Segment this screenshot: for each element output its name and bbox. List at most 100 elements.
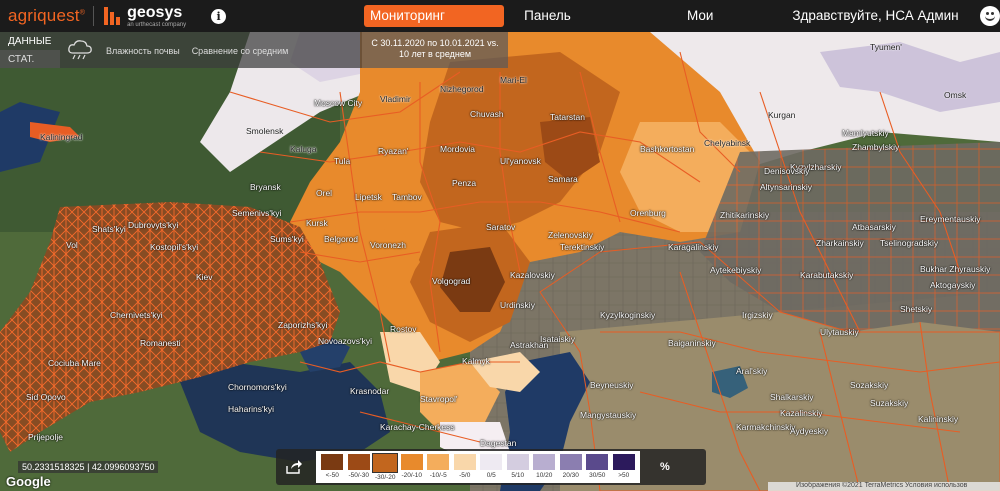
place-label: Dagestan — [480, 438, 517, 448]
legend-swatch — [480, 454, 503, 470]
tab-stat[interactable]: СТАТ. — [0, 50, 60, 68]
place-label: Denisovskiy — [764, 166, 810, 176]
place-label: Urdinskiy — [500, 300, 535, 310]
place-label: Krasnodar — [350, 386, 390, 396]
info-icon[interactable]: i — [211, 8, 227, 24]
legend-swatch — [321, 454, 344, 470]
place-label: Vladimir — [380, 94, 411, 104]
logo-divider — [93, 6, 95, 26]
legend-item[interactable]: 5/10 — [505, 454, 532, 481]
map-attribution[interactable]: Изображения ©2021 TerraMetrics Условия и… — [768, 482, 1000, 491]
legend-swatch — [533, 454, 556, 470]
date-range[interactable]: С 30.11.2020 по 10.01.2021 vs. 10 лет в … — [362, 32, 508, 68]
legend-swatch — [559, 454, 582, 470]
legend-swatch — [586, 454, 609, 470]
place-label: Zelenovskiy — [548, 230, 593, 240]
place-label: Altynsarinskiy — [760, 182, 812, 192]
cloud-rain-icon[interactable] — [60, 32, 100, 68]
place-label: Sozakskiy — [850, 380, 889, 390]
layer-soil-moisture[interactable]: Влажность почвы — [100, 32, 186, 68]
place-label: Saratov — [486, 222, 516, 232]
place-label: Volgograd — [432, 276, 471, 286]
google-logo[interactable]: Google — [6, 474, 51, 489]
legend-item[interactable]: 0/5 — [478, 454, 505, 481]
place-label: Beyneuskiy — [590, 380, 634, 390]
place-label: Voronezh — [370, 240, 406, 250]
share-icon[interactable] — [282, 455, 306, 479]
legend-swatch — [506, 454, 529, 470]
place-label: Tatarstan — [550, 112, 585, 122]
data-panel: ДАННЫЕ СТАТ. Влажность почвы Сравнение с… — [0, 32, 362, 68]
place-label: Tyumen' — [870, 42, 902, 52]
legend-label: 10/20 — [536, 472, 553, 479]
place-label: Bashkortostan — [640, 144, 695, 154]
legend-label: >50 — [618, 472, 630, 479]
place-label: Zharkainskiy — [816, 238, 864, 248]
place-label: Ereymentauskiy — [920, 214, 981, 224]
legend-item[interactable]: 20/30 — [558, 454, 585, 481]
place-label: Chuvash — [470, 109, 504, 119]
place-label: Baiganinskiy — [668, 338, 716, 348]
nav-user-greeting[interactable]: Здравствуйте, НСА Админ 1 — [786, 5, 974, 45]
place-label: Haharins'kyi — [228, 404, 275, 414]
legend-item[interactable]: -20/-10 — [399, 454, 426, 481]
legend-item[interactable]: 30/50 — [584, 454, 611, 481]
legend-swatch — [372, 453, 399, 473]
legend-item[interactable]: <-50 — [319, 454, 346, 481]
place-label: Kurgan — [768, 110, 796, 120]
map-view[interactable]: Kaliningrad Smolensk Moscow City Vladimir Ni… — [0, 32, 1000, 491]
nav-crop-monitoring[interactable]: Мониторинг посевов — [364, 5, 505, 45]
place-label: Lipetsk — [355, 192, 382, 202]
place-label: Kalininskiy — [918, 414, 959, 424]
legend-item[interactable]: >50 — [611, 454, 638, 481]
place-label: Vol — [66, 240, 78, 250]
legend-item[interactable]: 10/20 — [531, 454, 558, 481]
legend-label: -10/-5 — [429, 472, 447, 479]
main-nav: Мониторинг посевов Панель управления Мои… — [364, 5, 1000, 45]
legend-label: 20/30 — [562, 472, 579, 479]
legend-label: -50/-30 — [348, 472, 370, 479]
smiley-face-icon[interactable] — [980, 6, 1000, 26]
legend-swatch — [347, 454, 370, 470]
legend-label: <-50 — [325, 472, 339, 479]
place-label: Omsk — [944, 90, 967, 100]
place-label: Bukhar Zhyrauskiy — [920, 264, 991, 274]
place-label: Smolensk — [246, 126, 284, 136]
place-label: Kursk — [306, 218, 328, 228]
legend-item[interactable]: -5/0 — [452, 454, 479, 481]
legend-item[interactable]: -50/-30 — [346, 454, 373, 481]
place-label: Atbasarskiy — [852, 222, 896, 232]
place-label: Mordovia — [440, 144, 475, 154]
place-label: Chelyabinsk — [704, 138, 751, 148]
place-label: Dubrovyts'kyi — [128, 220, 179, 230]
tab-data[interactable]: ДАННЫЕ — [0, 32, 60, 50]
legend-scale: <-50 -50/-30 -30/-20 -20/-10 -10/-5 -5/0 0/5 5/… — [316, 451, 640, 483]
legend-label: -5/0 — [459, 472, 471, 479]
legend-label: 5/10 — [511, 472, 525, 479]
place-label: Orenburg — [630, 208, 666, 218]
legend-swatch — [612, 454, 635, 470]
place-label: Kazalovskiy — [510, 270, 555, 280]
place-label: Novoazovs'kyi — [318, 336, 373, 346]
place-label: Aydyeskiy — [790, 426, 829, 436]
nav-dashboard[interactable]: Панель управления — [518, 5, 653, 45]
legend-label: -30/-20 — [374, 474, 396, 481]
place-label: Tambov — [392, 192, 422, 202]
percent-toggle[interactable]: % — [660, 461, 670, 473]
legend-swatch — [427, 454, 450, 470]
place-label: Kazalinskiy — [780, 408, 823, 418]
place-label: Kostopil's'kyi — [150, 242, 199, 252]
place-label: Stavropol' — [420, 394, 458, 404]
place-label: Aral'skiy — [736, 366, 768, 376]
legend-item[interactable]: -30/-20 — [372, 453, 399, 481]
agriquest-logo[interactable]: agriquest® — [8, 6, 85, 26]
layer-compare-average[interactable]: Сравнение со средним — [186, 32, 295, 68]
nav-my-fields[interactable]: Мои поля — [681, 5, 752, 45]
place-label: Aytekebiyskiy — [710, 265, 762, 275]
geosys-mark-icon — [104, 7, 122, 25]
place-label: Ul'yanovsk — [500, 156, 541, 166]
place-label: Suzakskiy — [870, 398, 909, 408]
place-label: Cociuba Mare — [48, 358, 101, 368]
legend-item[interactable]: -10/-5 — [425, 454, 452, 481]
map-canvas[interactable] — [0, 32, 1000, 491]
